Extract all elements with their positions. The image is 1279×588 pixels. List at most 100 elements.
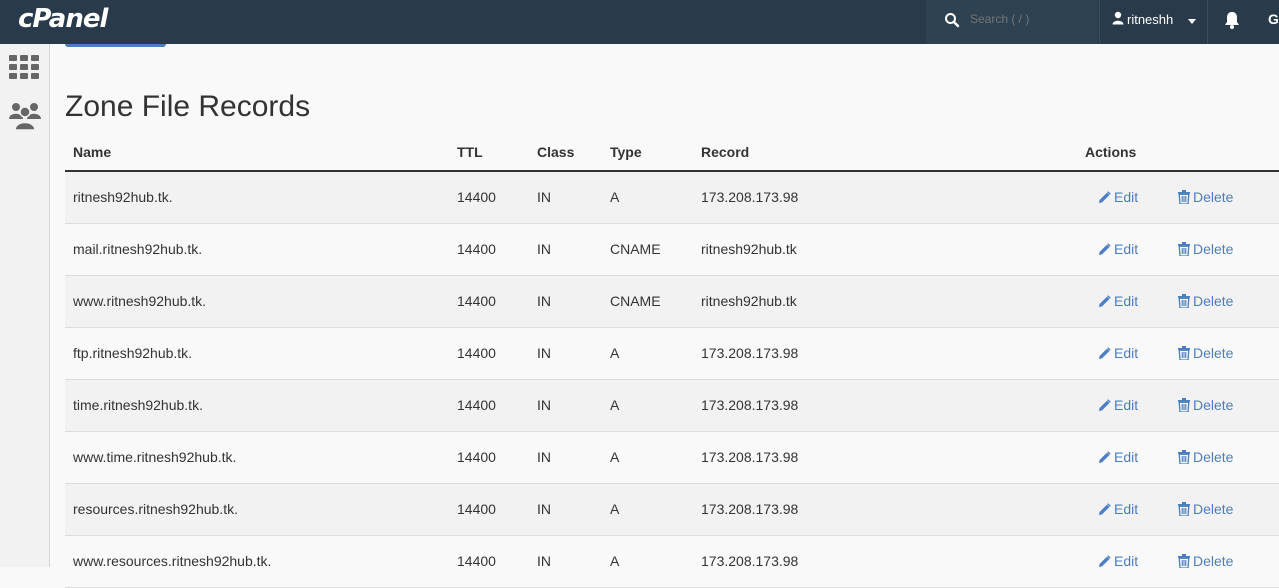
- delete-record-button[interactable]: Delete: [1178, 189, 1233, 205]
- delete-label: Delete: [1193, 345, 1234, 361]
- record-type: A: [610, 397, 620, 413]
- record-value: ritnesh92hub.tk: [701, 241, 797, 257]
- record-name: time.ritnesh92hub.tk.: [73, 397, 203, 413]
- record-ttl: 14400: [457, 449, 496, 465]
- delete-label: Delete: [1193, 241, 1234, 257]
- column-header-record[interactable]: Record: [701, 144, 749, 160]
- pencil-icon: [1099, 295, 1111, 307]
- table-row: www.resources.ritnesh92hub.tk. 14400 IN A 17…: [65, 536, 1279, 588]
- record-type: A: [610, 189, 620, 205]
- delete-record-button[interactable]: Delete: [1178, 241, 1233, 257]
- record-type: A: [610, 345, 620, 361]
- record-value: 173.208.173.98: [701, 397, 799, 413]
- table-header: Name TTL Class Type Record Actions: [65, 134, 1279, 172]
- column-header-ttl[interactable]: TTL: [457, 144, 483, 160]
- record-value: 173.208.173.98: [701, 449, 799, 465]
- table-body: ritnesh92hub.tk. 14400 IN A 173.208.173.98 Ed…: [65, 172, 1279, 588]
- page-title: Zone File Records: [65, 90, 311, 123]
- record-ttl: 14400: [457, 293, 496, 309]
- edit-label: Edit: [1114, 189, 1139, 205]
- edit-label: Edit: [1114, 501, 1139, 517]
- table-row: mail.ritnesh92hub.tk. 14400 IN CNAME ritnesh…: [65, 224, 1279, 276]
- pencil-icon: [1099, 399, 1111, 411]
- edit-label: Edit: [1114, 293, 1139, 309]
- trash-icon: [1178, 398, 1190, 413]
- record-class: IN: [537, 293, 551, 309]
- record-type: A: [610, 449, 620, 465]
- cpanel-logo[interactable]: cPanel: [18, 4, 108, 34]
- edit-record-button[interactable]: Edit: [1098, 501, 1138, 517]
- table-row: ritnesh92hub.tk. 14400 IN A 173.208.173.98 Ed…: [65, 172, 1279, 224]
- trash-icon: [1178, 554, 1190, 569]
- record-class: IN: [537, 241, 551, 257]
- user-menu-button[interactable]: ritneshh: [1099, 0, 1208, 44]
- record-ttl: 14400: [457, 397, 496, 413]
- grid-icon[interactable]: [9, 54, 39, 85]
- users-icon[interactable]: [9, 99, 41, 136]
- search-input[interactable]: [970, 12, 1090, 26]
- search-box[interactable]: [926, 0, 1098, 44]
- edit-record-button[interactable]: Edit: [1098, 449, 1138, 465]
- record-name: resources.ritnesh92hub.tk.: [73, 501, 238, 517]
- record-class: IN: [537, 397, 551, 413]
- pencil-icon: [1099, 503, 1111, 515]
- record-ttl: 14400: [457, 501, 496, 517]
- table-row: www.ritnesh92hub.tk. 14400 IN CNAME ritnesh9…: [65, 276, 1279, 328]
- trash-icon: [1178, 450, 1190, 465]
- record-value: 173.208.173.98: [701, 189, 799, 205]
- table-row: resources.ritnesh92hub.tk. 14400 IN A 173.20…: [65, 484, 1279, 536]
- top-navbar: cPanel ritneshh G: [0, 0, 1279, 44]
- delete-record-button[interactable]: Delete: [1178, 449, 1233, 465]
- record-name: ritnesh92hub.tk.: [73, 189, 173, 205]
- delete-label: Delete: [1193, 189, 1234, 205]
- username-label: ritneshh: [1127, 12, 1174, 27]
- delete-record-button[interactable]: Delete: [1178, 501, 1233, 517]
- trash-icon: [1178, 346, 1190, 361]
- column-header-actions: Actions: [1085, 144, 1137, 160]
- column-header-name[interactable]: Name: [73, 144, 111, 160]
- table-row: ftp.ritnesh92hub.tk. 14400 IN A 173.208.173.…: [65, 328, 1279, 380]
- record-ttl: 14400: [457, 241, 496, 257]
- bell-icon[interactable]: [1222, 10, 1242, 35]
- pencil-icon: [1099, 451, 1111, 463]
- column-header-type[interactable]: Type: [610, 144, 642, 160]
- record-class: IN: [537, 501, 551, 517]
- record-name: www.time.ritnesh92hub.tk.: [73, 449, 237, 465]
- record-name: www.ritnesh92hub.tk.: [73, 293, 207, 309]
- edit-record-button[interactable]: Edit: [1098, 189, 1138, 205]
- pencil-icon: [1099, 191, 1111, 203]
- delete-record-button[interactable]: Delete: [1178, 397, 1233, 413]
- more-menu-label[interactable]: G: [1268, 11, 1279, 27]
- pencil-icon: [1099, 347, 1111, 359]
- delete-record-button[interactable]: Delete: [1178, 293, 1233, 309]
- record-ttl: 14400: [457, 345, 496, 361]
- edit-record-button[interactable]: Edit: [1098, 345, 1138, 361]
- left-sidebar: [0, 44, 50, 567]
- user-icon: [1112, 11, 1124, 30]
- trash-icon: [1178, 294, 1190, 309]
- edit-record-button[interactable]: Edit: [1098, 241, 1138, 257]
- record-class: IN: [537, 345, 551, 361]
- record-ttl: 14400: [457, 189, 496, 205]
- delete-label: Delete: [1193, 293, 1234, 309]
- pencil-icon: [1099, 555, 1111, 567]
- delete-label: Delete: [1193, 397, 1234, 413]
- record-type: CNAME: [610, 293, 661, 309]
- record-type: A: [610, 501, 620, 517]
- top-button-edge[interactable]: [65, 44, 166, 47]
- record-value: ritnesh92hub.tk: [701, 293, 797, 309]
- delete-label: Delete: [1193, 501, 1234, 517]
- record-class: IN: [537, 449, 551, 465]
- edit-record-button[interactable]: Edit: [1098, 397, 1138, 413]
- delete-record-button[interactable]: Delete: [1178, 345, 1233, 361]
- record-name: mail.ritnesh92hub.tk.: [73, 241, 203, 257]
- table-row: time.ritnesh92hub.tk. 14400 IN A 173.208.173…: [65, 380, 1279, 432]
- edit-record-button[interactable]: Edit: [1098, 293, 1138, 309]
- edit-label: Edit: [1114, 397, 1139, 413]
- column-header-class[interactable]: Class: [537, 144, 574, 160]
- edit-label: Edit: [1114, 241, 1139, 257]
- record-value: 173.208.173.98: [701, 345, 799, 361]
- trash-icon: [1178, 502, 1190, 517]
- record-value: 173.208.173.98: [701, 501, 799, 517]
- trash-icon: [1178, 242, 1190, 257]
